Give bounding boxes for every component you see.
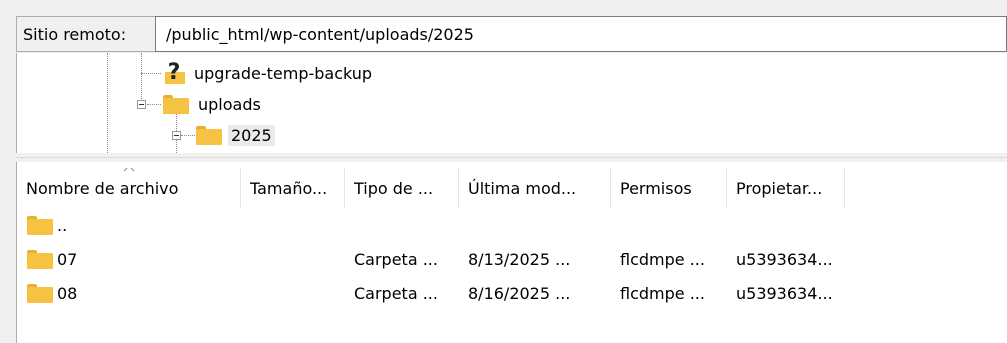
remote-directory-tree[interactable]: ? upgrade-temp-backup uploads 2025: [16, 53, 1007, 153]
column-header-label: Permisos: [620, 178, 692, 198]
pane-splitter[interactable]: [0, 153, 1007, 162]
tree-collapse-toggle-uploads[interactable]: [137, 100, 146, 109]
column-header-label: Nombre de archivo: [26, 178, 179, 198]
remote-path-label: Sitio remoto:: [16, 16, 155, 52]
tree-item-label: 2025: [228, 124, 275, 146]
file-name-cell: ..: [17, 215, 241, 235]
remote-path-bar: Sitio remoto:: [16, 16, 1007, 52]
remote-site-panel: Sitio remoto: ? upgrade-temp-backup uplo…: [0, 0, 1007, 343]
column-header-modified[interactable]: Última mod...: [459, 168, 611, 208]
folder-icon: [163, 94, 189, 114]
tree-collapse-toggle-2025[interactable]: [172, 131, 181, 140]
file-row-08[interactable]: 08 Carpeta ... 8/16/2025 ... flcdmpe ...…: [17, 277, 845, 309]
file-list-header: Nombre de archivo Tamaño... Tipo de ... …: [17, 168, 845, 208]
column-header-permissions[interactable]: Permisos: [611, 168, 727, 208]
file-permissions: flcdmpe ...: [620, 249, 705, 269]
folder-icon: [27, 249, 53, 269]
file-name: ..: [57, 215, 68, 235]
unknown-folder-icon: ?: [163, 62, 185, 84]
remote-file-list[interactable]: Nombre de archivo Tamaño... Tipo de ... …: [16, 162, 1007, 343]
file-type: Carpeta ...: [354, 249, 438, 269]
remote-path-input[interactable]: [155, 16, 1007, 52]
folder-icon: [27, 283, 53, 303]
tree-guide-line: [107, 53, 108, 153]
column-header-type[interactable]: Tipo de ...: [345, 168, 459, 208]
file-permissions: flcdmpe ...: [620, 283, 705, 303]
tree-item-label: upgrade-temp-backup: [194, 63, 373, 83]
column-header-name[interactable]: Nombre de archivo: [17, 168, 241, 208]
tree-item-2025[interactable]: 2025: [196, 121, 275, 149]
file-row-07[interactable]: 07 Carpeta ... 8/13/2025 ... flcdmpe ...…: [17, 243, 845, 275]
folder-icon: [196, 125, 222, 145]
tree-item-label: uploads: [198, 94, 261, 114]
folder-icon: [27, 215, 53, 235]
tree-guide-line: [147, 104, 161, 105]
file-type: Carpeta ...: [354, 283, 438, 303]
file-modified: 8/13/2025 ...: [468, 249, 571, 269]
file-name-cell: 07: [17, 249, 241, 269]
tree-guide-line: [141, 73, 161, 74]
column-header-owner[interactable]: Propietar...: [727, 168, 845, 208]
file-modified: 8/16/2025 ...: [468, 283, 571, 303]
sort-ascending-icon: [123, 168, 135, 172]
column-header-size[interactable]: Tamaño...: [241, 168, 345, 208]
file-name: 07: [57, 249, 78, 269]
tree-guide-line: [181, 135, 195, 136]
file-name-cell: 08: [17, 283, 241, 303]
column-header-label: Última mod...: [468, 178, 577, 198]
tree-guide-line: [141, 53, 142, 105]
column-header-label: Propietar...: [736, 178, 823, 198]
column-header-label: Tamaño...: [250, 178, 328, 198]
column-header-label: Tipo de ...: [354, 178, 434, 198]
tree-item-uploads[interactable]: uploads: [163, 90, 264, 118]
file-name: 08: [57, 283, 78, 303]
file-owner: u5393634...: [736, 249, 833, 269]
file-row-parent[interactable]: ..: [17, 209, 241, 241]
tree-item-upgrade-temp-backup[interactable]: ? upgrade-temp-backup: [163, 59, 375, 87]
file-owner: u5393634...: [736, 283, 833, 303]
